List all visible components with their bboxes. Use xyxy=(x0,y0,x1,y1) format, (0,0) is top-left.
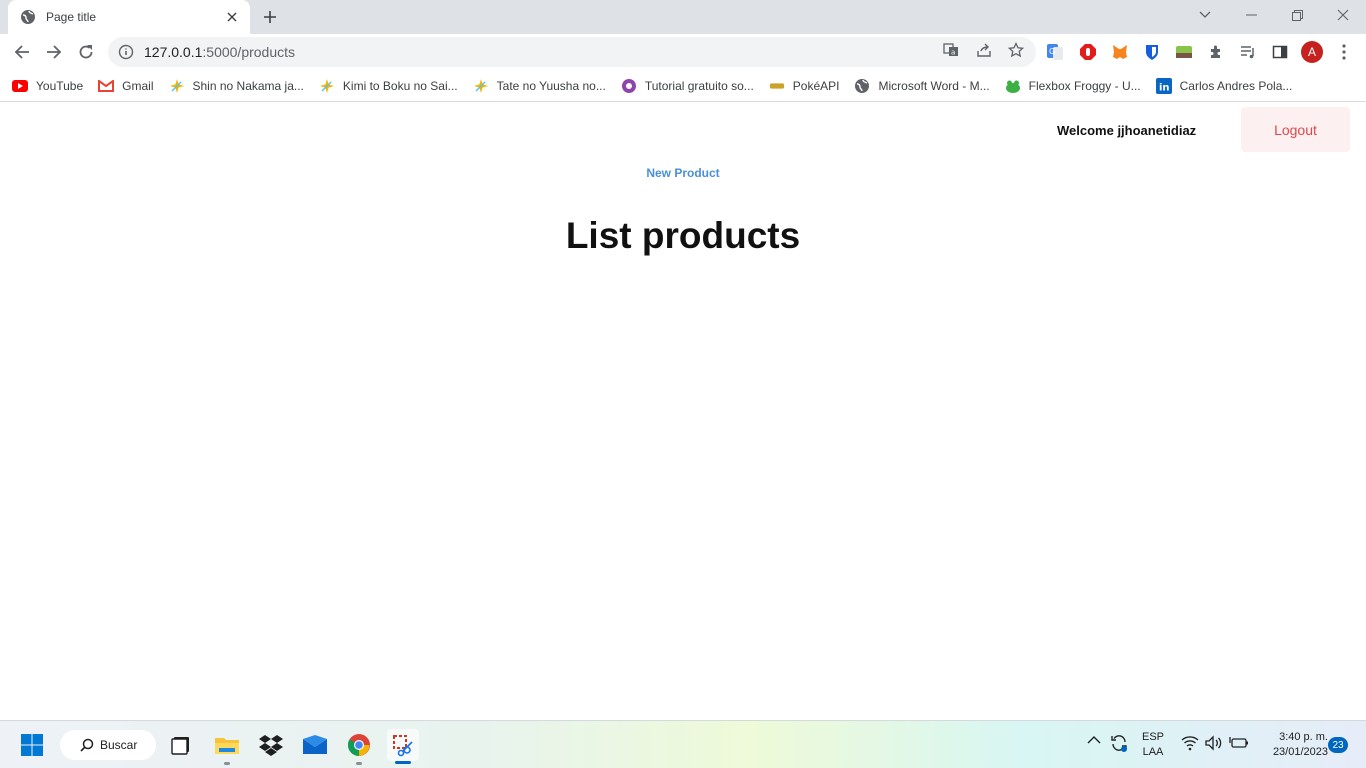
tab-strip: Page title xyxy=(0,0,1366,34)
purple-circle-icon xyxy=(621,78,637,94)
frog-icon xyxy=(1005,78,1021,94)
tab-search-icon[interactable] xyxy=(1182,0,1228,30)
svg-text:G: G xyxy=(1049,47,1055,56)
bookmark-item[interactable]: Microsoft Word - M... xyxy=(854,78,990,94)
tab-title: Page title xyxy=(46,10,97,24)
star-sparkle-icon xyxy=(169,78,185,94)
bookmark-item[interactable]: Tutorial gratuito so... xyxy=(621,78,754,94)
address-bar[interactable]: 127.0.0.1:5000/products xyxy=(108,37,1036,67)
bookmark-label: Shin no Nakama ja... xyxy=(192,78,304,93)
snipping-tool-icon[interactable] xyxy=(387,729,419,761)
reload-icon[interactable] xyxy=(72,38,100,66)
taskbar: Buscar ESP LAA 3:40 p. m. 23/01/2023 23 xyxy=(0,720,1366,768)
bookmark-label: Tutorial gratuito so... xyxy=(644,78,754,93)
new-product-link[interactable]: New Product xyxy=(646,166,719,180)
bookmark-item[interactable]: Gmail xyxy=(98,78,154,94)
bookmark-label: Microsoft Word - M... xyxy=(878,78,990,93)
active-app-indicator xyxy=(395,761,411,764)
mail-icon[interactable] xyxy=(299,729,331,761)
browser-chrome: Page title 127.0.0.1:5000/products a G A… xyxy=(0,0,1366,102)
minimize-icon[interactable] xyxy=(1228,0,1274,30)
page-title: List products xyxy=(565,215,801,256)
language-code: ESP xyxy=(1141,731,1164,743)
bookmark-label: Carlos Andres Pola... xyxy=(1179,78,1293,93)
battery-icon[interactable] xyxy=(1229,735,1249,754)
youtube-icon xyxy=(12,78,28,94)
notification-badge[interactable]: 23 xyxy=(1328,737,1348,753)
welcome-message: Welcome jjhoanetidiaz xyxy=(1057,123,1197,138)
star-sparkle-icon xyxy=(319,78,335,94)
extensions-puzzle-icon[interactable] xyxy=(1206,42,1226,62)
bookmark-item[interactable]: Tate no Yuusha no... xyxy=(473,78,606,94)
translate-icon[interactable]: a xyxy=(942,41,960,59)
globe-icon xyxy=(20,9,36,25)
globe-icon xyxy=(854,78,870,94)
logout-button[interactable]: Logout xyxy=(1241,107,1350,152)
start-windows-icon[interactable] xyxy=(16,729,48,761)
media-control-icon[interactable] xyxy=(1238,42,1258,62)
bookmark-label: Kimi to Boku no Sai... xyxy=(342,78,458,93)
back-icon[interactable] xyxy=(8,38,36,66)
adblock-extension-icon[interactable] xyxy=(1078,42,1098,62)
bookmark-label: Tate no Yuusha no... xyxy=(496,78,606,93)
close-window-icon[interactable] xyxy=(1320,0,1366,30)
restore-icon[interactable] xyxy=(1274,0,1320,30)
chrome-icon[interactable] xyxy=(343,729,375,761)
game-extension-icon[interactable] xyxy=(1174,42,1194,62)
new-tab-button[interactable] xyxy=(258,5,282,29)
clock-time: 3:40 p. m. xyxy=(1279,731,1328,743)
keyboard-layout: LAA xyxy=(1142,746,1164,758)
browser-menu-icon[interactable] xyxy=(1334,42,1354,62)
star-sparkle-icon xyxy=(473,78,489,94)
forward-icon[interactable] xyxy=(40,38,68,66)
search-label: Buscar xyxy=(100,738,138,752)
bookmark-item[interactable]: Kimi to Boku no Sai... xyxy=(319,78,458,94)
sync-icon[interactable] xyxy=(1109,733,1129,756)
profile-avatar[interactable]: A xyxy=(1301,41,1323,63)
bitwarden-extension-icon[interactable] xyxy=(1142,42,1162,62)
bookmark-label: PokéAPI xyxy=(792,78,840,93)
volume-icon[interactable] xyxy=(1205,735,1223,754)
linkedin-icon: in xyxy=(1155,77,1172,94)
bookmark-label: YouTube xyxy=(36,78,84,93)
taskbar-search[interactable]: Buscar xyxy=(60,730,156,760)
bookmark-label: Gmail xyxy=(122,78,154,93)
gmail-icon xyxy=(98,78,115,94)
google-translate-extension-icon[interactable]: G xyxy=(1045,42,1065,62)
task-view-icon[interactable] xyxy=(165,729,197,761)
search-icon xyxy=(80,738,94,752)
pokeapi-icon xyxy=(769,78,785,94)
metamask-extension-icon[interactable] xyxy=(1110,42,1130,62)
language-indicator[interactable]: ESP LAA xyxy=(1138,730,1168,760)
bookmarks-bar: YouTube Gmail Shin no Nakama ja... Kimi to … xyxy=(0,70,1366,102)
share-icon[interactable] xyxy=(975,41,993,59)
svg-text:a: a xyxy=(951,49,955,57)
toolbar: 127.0.0.1:5000/products a G A xyxy=(0,34,1366,70)
bookmark-item[interactable]: Flexbox Froggy - U... xyxy=(1005,78,1141,94)
close-tab-icon[interactable] xyxy=(224,9,240,25)
bookmark-label: Flexbox Froggy - U... xyxy=(1028,78,1141,93)
site-info-icon[interactable] xyxy=(118,44,134,60)
bookmark-item[interactable]: PokéAPI xyxy=(769,78,840,94)
new-product-link-container: New Product xyxy=(0,166,1366,180)
wifi-icon[interactable] xyxy=(1181,735,1199,754)
chrome-running-indicator xyxy=(356,762,362,765)
chevron-up-icon[interactable] xyxy=(1087,735,1101,748)
clock-date: 23/01/2023 xyxy=(1272,746,1328,758)
url-text: 127.0.0.1:5000/products xyxy=(144,44,296,60)
svg-text:in: in xyxy=(1159,82,1170,93)
clock[interactable]: 3:40 p. m. 23/01/2023 xyxy=(1256,730,1328,760)
bookmark-item[interactable]: Shin no Nakama ja... xyxy=(169,78,304,94)
tab-active[interactable]: Page title xyxy=(8,0,250,34)
dropbox-icon[interactable] xyxy=(255,729,287,761)
page-content: Welcome jjhoanetidiaz Logout New Product… xyxy=(0,103,1366,720)
explorer-running-indicator xyxy=(224,762,230,765)
bookmark-item[interactable]: in Carlos Andres Pola... xyxy=(1155,77,1293,94)
bookmark-item[interactable]: YouTube xyxy=(12,78,83,94)
bookmark-star-icon[interactable] xyxy=(1007,41,1025,59)
side-panel-icon[interactable] xyxy=(1270,42,1290,62)
file-explorer-icon[interactable] xyxy=(211,729,243,761)
